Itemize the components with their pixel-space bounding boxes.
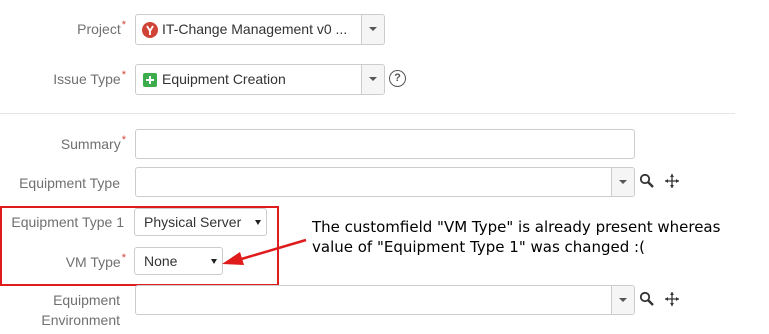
equipment-type-select[interactable]	[135, 167, 635, 197]
project-avatar-icon	[142, 22, 158, 38]
vm-type-select[interactable]: None	[134, 247, 223, 275]
search-icon[interactable]	[639, 291, 655, 307]
issue-type-select[interactable]: Equipment Creation	[135, 64, 385, 95]
search-icon[interactable]	[639, 173, 655, 189]
equipment-environment-label: Equipment Environment	[41, 292, 120, 328]
help-icon[interactable]: ?	[389, 70, 406, 87]
move-arrows-icon[interactable]	[663, 291, 681, 307]
chevron-down-icon[interactable]	[611, 286, 634, 314]
chevron-down-icon[interactable]	[361, 15, 384, 44]
project-value: IT-Change Management v0 ...	[162, 21, 348, 37]
triangle-down-icon	[255, 220, 261, 225]
chevron-down-icon[interactable]	[361, 65, 384, 94]
vm-type-label: VM Type*	[65, 252, 126, 270]
issue-type-value: Equipment Creation	[162, 71, 286, 87]
project-label: Project*	[77, 19, 126, 37]
annotation-arrow	[222, 238, 307, 265]
annotation-text: The customfield "VM Type" is already pre…	[312, 218, 721, 256]
summary-label: Summary*	[60, 134, 126, 152]
chevron-down-icon[interactable]	[611, 168, 634, 196]
equipment-creation-icon	[143, 73, 157, 87]
summary-input[interactable]	[135, 129, 635, 159]
section-divider	[0, 113, 735, 114]
issue-type-label: Issue Type*	[53, 69, 126, 87]
move-arrows-icon[interactable]	[663, 173, 681, 189]
triangle-down-icon	[211, 259, 217, 264]
equipment-type-1-label: Equipment Type 1	[11, 214, 124, 230]
equipment-type-label: Equipment Type	[19, 175, 120, 191]
project-select[interactable]: IT-Change Management v0 ...	[135, 14, 385, 45]
equipment-type-1-select[interactable]: Physical Server	[134, 208, 267, 236]
equipment-environment-select[interactable]	[135, 285, 635, 315]
